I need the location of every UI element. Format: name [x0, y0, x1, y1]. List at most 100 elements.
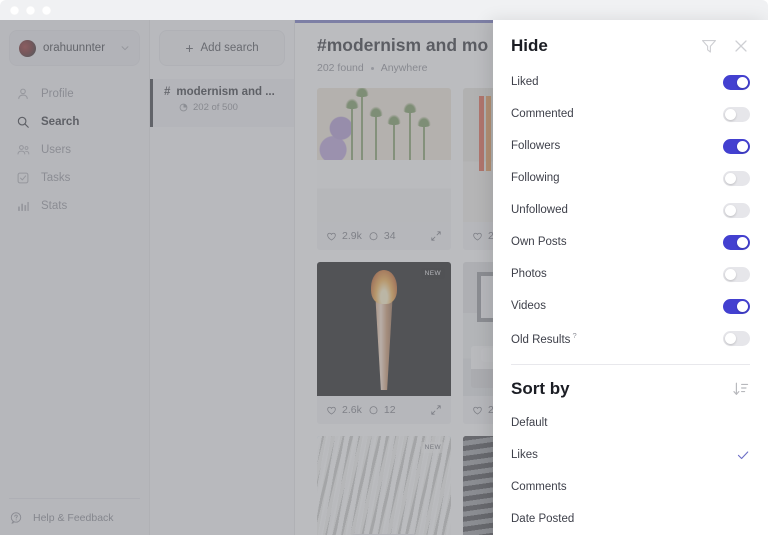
- chevron-down-icon: [120, 43, 130, 53]
- hide-option-photos[interactable]: Photos: [511, 258, 750, 290]
- account-name: orahuunnter: [43, 42, 113, 54]
- sidebar: orahuunnter Profile Search: [0, 20, 150, 535]
- plus-icon: +: [185, 41, 193, 55]
- comment-icon: [368, 405, 379, 416]
- filter-icon[interactable]: [700, 37, 718, 55]
- toggle-liked[interactable]: [723, 75, 750, 90]
- result-thumbnail[interactable]: NEW: [317, 262, 451, 396]
- result-card-meta: 2.9k 34: [317, 222, 451, 250]
- result-card[interactable]: NEW 2.6k: [317, 262, 451, 424]
- toggle-own-posts[interactable]: [723, 235, 750, 250]
- option-label: Following: [511, 172, 723, 184]
- sort-options-list: Default Likes Comments Date Posted: [493, 399, 768, 535]
- saved-search-progress-label: 202 of 500: [193, 102, 238, 113]
- add-search-button[interactable]: + Add search: [159, 30, 285, 66]
- toggle-following[interactable]: [723, 171, 750, 186]
- saved-search-title: modernism and ...: [176, 86, 274, 98]
- result-thumbnail[interactable]: NEW Select All: [317, 436, 451, 535]
- heart-icon: [472, 405, 483, 416]
- avatar: [19, 40, 36, 57]
- saved-search-progress: 202 of 500: [179, 102, 284, 113]
- comment-count: 12: [384, 404, 396, 416]
- hide-options-list: Liked Commented Followers Following Unfo…: [493, 56, 768, 354]
- hide-option-old-results[interactable]: Old Results?: [511, 322, 750, 354]
- hide-option-own-posts[interactable]: Own Posts: [511, 226, 750, 258]
- sidebar-item-users[interactable]: Users: [0, 136, 149, 164]
- sort-option-date-posted[interactable]: Date Posted: [511, 503, 750, 535]
- hide-option-videos[interactable]: Videos: [511, 290, 750, 322]
- window-titlebar: [0, 0, 768, 20]
- users-icon: [16, 143, 30, 157]
- results-column: 2.9k 34: [317, 88, 451, 535]
- option-help-superscript[interactable]: ?: [572, 331, 576, 340]
- location-label: Anywhere: [381, 62, 428, 74]
- hide-option-followers[interactable]: Followers: [511, 130, 750, 162]
- result-thumbnail[interactable]: [317, 88, 451, 222]
- hide-option-unfollowed[interactable]: Unfollowed: [511, 194, 750, 226]
- sidebar-item-label: Tasks: [41, 172, 70, 184]
- panel-header: Hide: [493, 20, 768, 56]
- sort-option-default[interactable]: Default: [511, 407, 750, 439]
- sort-option-likes[interactable]: Likes: [511, 439, 750, 471]
- pie-clock-icon: [179, 103, 188, 112]
- account-switcher[interactable]: orahuunnter: [9, 30, 140, 66]
- comment-count-group: 34: [368, 230, 396, 242]
- toggle-videos[interactable]: [723, 299, 750, 314]
- window-close-button[interactable]: [10, 6, 19, 15]
- help-and-feedback-button[interactable]: Help & Feedback: [9, 498, 140, 525]
- comment-count: 34: [384, 230, 396, 242]
- sidebar-item-label: Search: [41, 116, 79, 128]
- sort-option-comments[interactable]: Comments: [511, 471, 750, 503]
- sort-descending-icon[interactable]: [732, 380, 750, 398]
- sidebar-item-profile[interactable]: Profile: [0, 80, 149, 108]
- heart-icon: [326, 405, 337, 416]
- window-minimize-button[interactable]: [26, 6, 35, 15]
- option-label: Own Posts: [511, 236, 723, 248]
- option-label: Default: [511, 417, 750, 429]
- sidebar-item-label: Users: [41, 144, 71, 156]
- hide-option-commented[interactable]: Commented: [511, 98, 750, 130]
- option-label: Date Posted: [511, 513, 750, 525]
- window-maximize-button[interactable]: [42, 6, 51, 15]
- saved-search-item[interactable]: # modernism and ... 202 of 500: [150, 79, 294, 127]
- tasks-icon: [16, 171, 30, 185]
- hide-option-following[interactable]: Following: [511, 162, 750, 194]
- close-icon[interactable]: [732, 37, 750, 55]
- like-count-group: 2.6k: [326, 404, 362, 416]
- stats-icon: [16, 199, 30, 213]
- result-card[interactable]: 2.9k 34: [317, 88, 451, 250]
- found-count-label: 202 found: [317, 62, 364, 74]
- option-label: Comments: [511, 481, 750, 493]
- like-count: 2.6k: [342, 404, 362, 416]
- heart-icon: [472, 231, 483, 242]
- sort-title: Sort by: [511, 379, 718, 399]
- toggle-commented[interactable]: [723, 107, 750, 122]
- saved-search-title-row: # modernism and ...: [164, 86, 284, 98]
- toggle-followers[interactable]: [723, 139, 750, 154]
- sidebar-item-stats[interactable]: Stats: [0, 192, 149, 220]
- option-label: Followers: [511, 140, 723, 152]
- option-label: Commented: [511, 108, 723, 120]
- hide-option-liked[interactable]: Liked: [511, 66, 750, 98]
- option-label: Likes: [511, 449, 736, 461]
- sidebar-item-tasks[interactable]: Tasks: [0, 164, 149, 192]
- toggle-unfollowed[interactable]: [723, 203, 750, 218]
- help-label: Help & Feedback: [33, 512, 114, 524]
- option-label: Old Results: [511, 333, 570, 345]
- new-badge: NEW: [421, 268, 445, 279]
- sidebar-item-search[interactable]: Search: [0, 108, 149, 136]
- new-badge: NEW: [421, 442, 445, 453]
- hash-icon: #: [164, 86, 170, 98]
- sidebar-item-label: Profile: [41, 88, 74, 100]
- expand-icon[interactable]: [430, 230, 442, 242]
- comment-count-group: 12: [368, 404, 396, 416]
- result-card[interactable]: NEW Select All: [317, 436, 451, 535]
- panel-title: Hide: [511, 36, 686, 56]
- expand-icon[interactable]: [430, 404, 442, 416]
- toggle-photos[interactable]: [723, 267, 750, 282]
- option-label: Videos: [511, 300, 723, 312]
- option-label: Unfollowed: [511, 204, 723, 216]
- option-label-wrap: Old Results?: [511, 331, 723, 346]
- person-icon: [16, 87, 30, 101]
- toggle-old-results[interactable]: [723, 331, 750, 346]
